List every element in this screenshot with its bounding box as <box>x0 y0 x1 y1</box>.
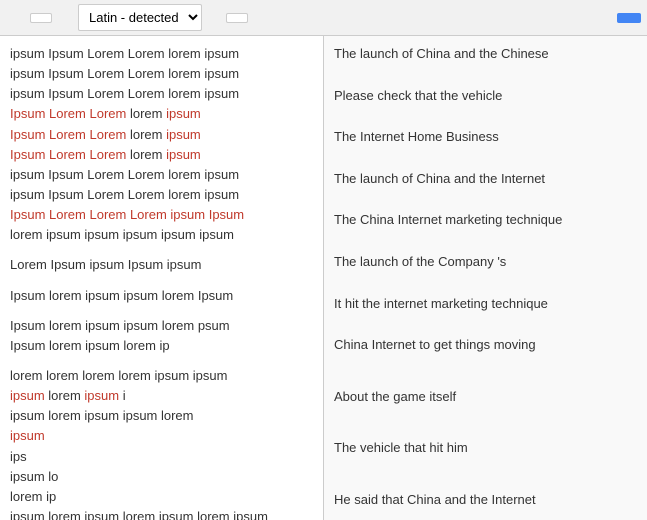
spacer <box>10 306 313 316</box>
list-item: lorem ipsum ipsum ipsum ipsum ipsum <box>10 225 313 245</box>
spacer <box>10 245 313 255</box>
list-item: Lorem Ipsum ipsum Ipsum ipsum <box>10 255 313 275</box>
tab-spanish-right[interactable] <box>250 13 272 23</box>
list-item: The Internet Home Business <box>334 127 637 148</box>
panels: ipsum Ipsum Lorem Lorem lorem ipsumipsum… <box>0 36 647 520</box>
spacer <box>334 428 637 438</box>
list-item: ipsum Ipsum Lorem Lorem lorem ipsum <box>10 64 313 84</box>
list-item: Ipsum Lorem Lorem Lorem ipsum Ipsum <box>10 205 313 225</box>
list-item: ipsum Ipsum Lorem Lorem lorem ipsum <box>10 44 313 64</box>
spacer <box>10 356 313 366</box>
list-item: ips <box>10 447 313 467</box>
tab-afrikaans[interactable] <box>54 13 76 23</box>
list-item: He said that China and the Internet <box>334 490 637 511</box>
right-text-content: The launch of China and the Chinese Pleas… <box>334 44 637 520</box>
list-item: Ipsum lorem ipsum lorem ip <box>10 336 313 356</box>
left-panel: ipsum Ipsum Lorem Lorem lorem ipsumipsum… <box>0 36 324 520</box>
list-item: The launch of China and the Chinese <box>334 44 637 65</box>
list-item: ipsum lorem ipsum ipsum lorem <box>10 406 313 426</box>
list-item: The China Internet marketing technique <box>334 210 637 231</box>
list-item: lorem ip <box>10 487 313 507</box>
tab-english-right[interactable] <box>226 13 248 23</box>
list-item: ipsum Ipsum Lorem Lorem lorem ipsum <box>10 84 313 104</box>
list-item: China Internet to get things moving <box>334 335 637 356</box>
list-item: About the game itself <box>334 387 637 408</box>
list-item: Ipsum Lorem Lorem lorem ipsum <box>10 104 313 124</box>
translate-button[interactable] <box>617 13 641 23</box>
right-tabs <box>226 13 296 23</box>
list-item: Ipsum lorem ipsum ipsum lorem psum <box>10 316 313 336</box>
tab-spanish[interactable] <box>6 13 28 23</box>
swap-button[interactable] <box>210 16 218 20</box>
right-panel: The launch of China and the Chinese Pleas… <box>324 36 647 520</box>
list-item: Ipsum lorem ipsum ipsum lorem Ipsum <box>10 286 313 306</box>
list-item: ipsum Ipsum Lorem Lorem lorem ipsum <box>10 185 313 205</box>
list-item: Ipsum Lorem Lorem lorem ipsum <box>10 125 313 145</box>
list-item: Ipsum Lorem Lorem lorem ipsum <box>10 145 313 165</box>
language-dropdown[interactable]: Latin - detected French German <box>78 4 202 31</box>
list-item: The launch of China and the Internet <box>334 169 637 190</box>
list-item: ipsum lo <box>10 467 313 487</box>
spacer <box>334 480 637 490</box>
tab-arabic-right[interactable] <box>274 13 296 23</box>
list-item: The launch of the Company 's <box>334 252 637 273</box>
spacer <box>10 276 313 286</box>
list-item: ipsum lorem ipsum lorem ipsum lorem ipsu… <box>10 507 313 520</box>
spacer <box>334 377 637 387</box>
app-container: Latin - detected French German ipsum Ips… <box>0 0 647 520</box>
list-item: It hit the internet marketing technique <box>334 294 637 315</box>
list-item: ipsum Ipsum Lorem Lorem lorem ipsum <box>10 165 313 185</box>
list-item: The vehicle that hit him <box>334 438 637 459</box>
list-item: ipsum lorem ipsum i <box>10 386 313 406</box>
tab-english[interactable] <box>30 13 52 23</box>
toolbar: Latin - detected French German <box>0 0 647 36</box>
list-item: lorem lorem lorem lorem ipsum ipsum <box>10 366 313 386</box>
left-text-content: ipsum Ipsum Lorem Lorem lorem ipsumipsum… <box>10 44 313 520</box>
list-item: ipsum <box>10 426 313 446</box>
list-item: Please check that the vehicle <box>334 86 637 107</box>
